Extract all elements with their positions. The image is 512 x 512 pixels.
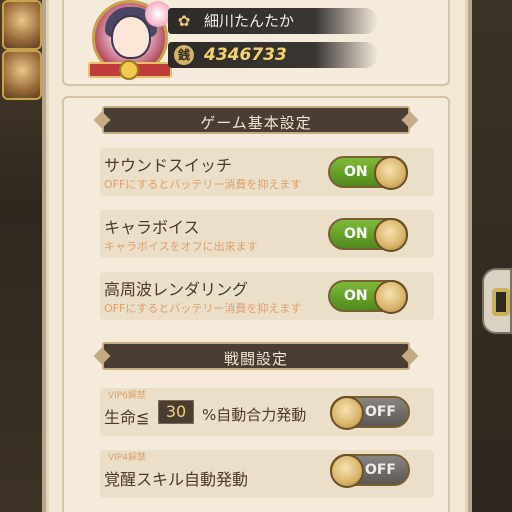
toggle-knob <box>374 280 408 314</box>
section-header-battle: 戦闘設定 <box>102 342 410 370</box>
voice-toggle[interactable]: ON <box>328 218 408 252</box>
setting-title: キャラボイス <box>104 218 200 237</box>
character-thumbnail[interactable] <box>2 0 42 50</box>
toggle-label: ON <box>344 164 368 180</box>
toggle-knob <box>374 156 408 190</box>
setting-title: 高周波レンダリング <box>104 280 249 299</box>
vip-badge: VIP6解禁 <box>108 391 146 401</box>
coin-icon: 銭 <box>174 45 194 65</box>
side-menu-tab[interactable] <box>482 268 512 334</box>
hp-threshold-input[interactable]: 30 <box>158 400 194 424</box>
setting-subtitle: キャラボイスをオフに出来ます <box>104 240 258 253</box>
setting-title: サウンドスイッチ <box>104 156 233 175</box>
hp-threshold-suffix: %自動合力発動 <box>202 406 307 424</box>
section-header-basic: ゲーム基本設定 <box>102 106 410 134</box>
toggle-label: ON <box>344 288 368 304</box>
section-title: ゲーム基本設定 <box>200 114 312 132</box>
hp-threshold-label: 生命≦ <box>104 408 150 427</box>
toggle-knob <box>374 218 408 252</box>
auto-skill-toggle[interactable]: OFF <box>330 396 410 430</box>
vip-badge: VIP4解禁 <box>108 453 146 463</box>
section-title: 戦闘設定 <box>223 350 288 368</box>
setting-subtitle: OFFにするとバッテリー消費を抑えます <box>104 302 302 315</box>
toggle-label: OFF <box>364 462 396 478</box>
toggle-label: OFF <box>364 404 396 420</box>
sound-toggle[interactable]: ON <box>328 156 408 190</box>
setting-subtitle: OFFにするとバッテリー消費を抑えます <box>104 178 302 191</box>
gold-bar: 銭 4346733 <box>168 42 378 68</box>
player-name: 細川たんたか <box>204 12 295 30</box>
rendering-toggle[interactable]: ON <box>328 280 408 314</box>
menu-icon <box>492 288 510 316</box>
player-name-bar: ✿ 細川たんたか <box>168 8 378 34</box>
toggle-knob <box>330 454 364 488</box>
awaken-toggle[interactable]: OFF <box>330 454 410 488</box>
bell-icon <box>119 60 139 80</box>
toggle-label: ON <box>344 226 368 242</box>
character-thumbnail[interactable] <box>2 50 42 100</box>
game-background-right <box>468 0 512 512</box>
avatar-face <box>111 15 151 59</box>
gold-amount: 4346733 <box>204 45 287 65</box>
flower-icon: ✿ <box>177 12 191 30</box>
setting-title: 覚醒スキル自動発動 <box>104 470 249 489</box>
toggle-knob <box>330 396 364 430</box>
